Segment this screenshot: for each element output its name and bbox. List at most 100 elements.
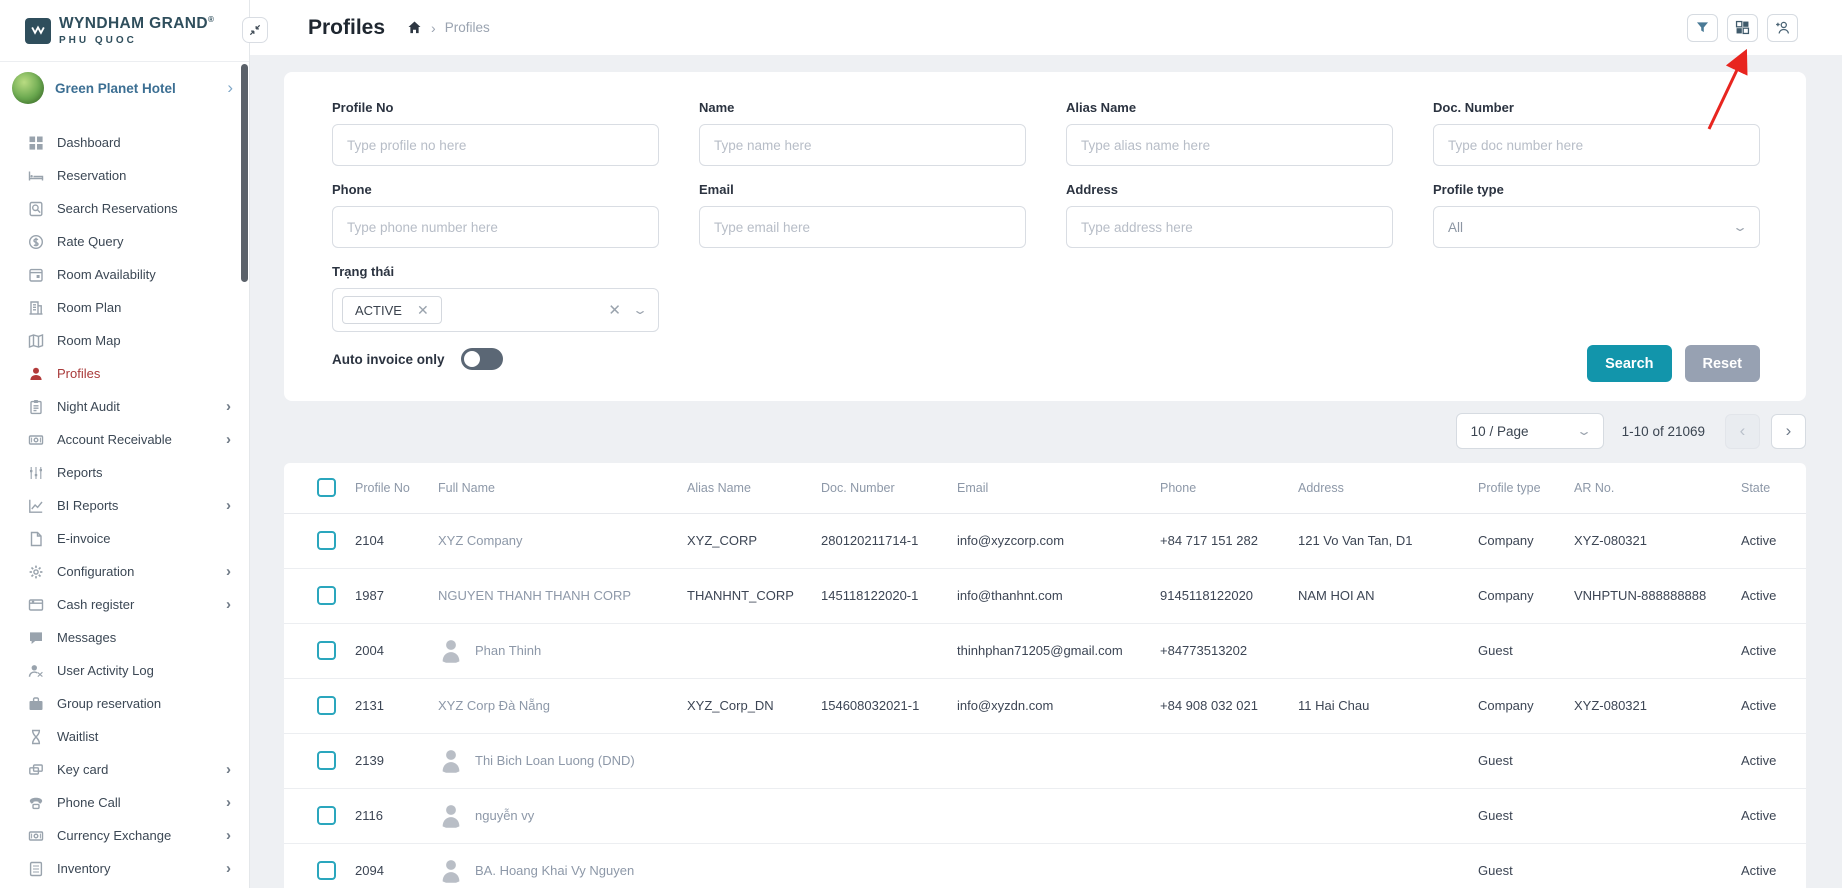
sidebar-item-account-receivable[interactable]: Account Receivable›: [0, 423, 249, 456]
table-row: 2104XYZ CompanyXYZ_CORP280120211714-1inf…: [284, 513, 1806, 568]
status-multiselect[interactable]: ACTIVE ✕ ✕ ⌄: [332, 288, 659, 332]
sidebar-item-reports[interactable]: Reports: [0, 456, 249, 489]
profile-name-link[interactable]: NGUYEN THANH THANH CORP: [438, 588, 687, 603]
topbar: Profiles › Profiles: [250, 0, 1842, 55]
profile-type-select[interactable]: All ⌄: [1433, 206, 1760, 248]
profile-name-link[interactable]: nguyễn vy: [438, 802, 687, 829]
address-input[interactable]: [1066, 206, 1393, 248]
remove-tag-icon[interactable]: ✕: [417, 302, 429, 319]
sidebar-item-search-reservations[interactable]: Search Reservations: [0, 192, 249, 225]
cell-profile-type: Company: [1478, 678, 1574, 733]
sidebar-item-room-plan[interactable]: Room Plan: [0, 291, 249, 324]
bed-icon: [28, 168, 44, 184]
cell-full-name: nguyễn vy: [438, 788, 687, 843]
sidebar-item-cash-register[interactable]: Cash register›: [0, 588, 249, 621]
cell-address: [1298, 623, 1478, 678]
building-icon: [28, 300, 44, 316]
cell-state: Active: [1741, 513, 1806, 568]
row-checkbox[interactable]: [317, 751, 336, 770]
sidebar-item-waitlist[interactable]: Waitlist: [0, 720, 249, 753]
sidebar-item-configuration[interactable]: Configuration›: [0, 555, 249, 588]
cell-select: [284, 733, 355, 788]
guest-avatar: [438, 637, 464, 664]
row-checkbox[interactable]: [317, 641, 336, 660]
main-area: Profiles › Profiles: [250, 0, 1842, 888]
search-button[interactable]: Search: [1587, 345, 1671, 382]
brand-name: WYNDHAM GRAND®: [59, 15, 214, 33]
row-checkbox[interactable]: [317, 861, 336, 880]
phone-icon: [28, 795, 44, 811]
cell-state: Active: [1741, 843, 1806, 888]
profile-name-link[interactable]: Thi Bich Loan Luong (DND): [438, 747, 687, 774]
cell-profile-type: Company: [1478, 513, 1574, 568]
chevron-right-icon: ›: [226, 497, 231, 514]
row-checkbox[interactable]: [317, 586, 336, 605]
sidebar-item-room-map[interactable]: Room Map: [0, 324, 249, 357]
email-input[interactable]: [699, 206, 1026, 248]
filter-icon: [1694, 19, 1711, 36]
sidebar-item-phone-call[interactable]: Phone Call›: [0, 786, 249, 819]
filter-label-email: Email: [699, 182, 1026, 197]
sidebar-item-bi-reports[interactable]: BI Reports›: [0, 489, 249, 522]
sidebar-item-key-card[interactable]: Key card›: [0, 753, 249, 786]
prev-page-button[interactable]: ‹: [1725, 414, 1760, 449]
row-checkbox[interactable]: [317, 531, 336, 550]
sidebar-item-label: Reservation: [57, 168, 231, 183]
profile-name-link[interactable]: BA. Hoang Khai Vy Nguyen: [438, 857, 687, 884]
sidebar-collapse-button[interactable]: [242, 17, 268, 43]
cell-ar-no: [1574, 843, 1741, 888]
auto-invoice-toggle[interactable]: [461, 348, 503, 370]
cell-email: info@xyzdn.com: [957, 678, 1160, 733]
sidebar-item-profiles[interactable]: Profiles: [0, 357, 249, 390]
sidebar-item-rate-query[interactable]: Rate Query: [0, 225, 249, 258]
cell-profile-no: 2116: [355, 788, 438, 843]
filter-button[interactable]: [1687, 14, 1718, 42]
filter-label-alias-name: Alias Name: [1066, 100, 1393, 115]
name-input[interactable]: [699, 124, 1026, 166]
table-row: 1987NGUYEN THANH THANH CORPTHANHNT_CORP1…: [284, 568, 1806, 623]
sidebar-item-label: Messages: [57, 630, 231, 645]
sidebar-item-user-activity-log[interactable]: User Activity Log: [0, 654, 249, 687]
profile-name-link[interactable]: XYZ Company: [438, 533, 687, 548]
phone-input[interactable]: [332, 206, 659, 248]
card-view-icon: [1734, 19, 1751, 36]
next-page-button[interactable]: ›: [1771, 414, 1806, 449]
cell-full-name: BA. Hoang Khai Vy Nguyen: [438, 843, 687, 888]
sidebar-scrollbar[interactable]: [241, 64, 248, 282]
cell-phone: +84773513202: [1160, 623, 1298, 678]
cell-email: info@thanhnt.com: [957, 568, 1160, 623]
clear-select-icon[interactable]: ✕: [608, 301, 621, 319]
page-size-select[interactable]: 10 / Page ⌄: [1456, 413, 1604, 449]
cell-state: Active: [1741, 568, 1806, 623]
home-icon[interactable]: [407, 20, 422, 35]
sidebar-item-group-reservation[interactable]: Group reservation: [0, 687, 249, 720]
doc-number-input[interactable]: [1433, 124, 1760, 166]
row-checkbox[interactable]: [317, 696, 336, 715]
profile-name-link[interactable]: XYZ Corp Đà Nẵng: [438, 698, 687, 713]
user-activity-icon: [28, 663, 44, 679]
calendar-icon: [28, 267, 44, 283]
select-all-checkbox[interactable]: [317, 478, 336, 497]
add-profile-button[interactable]: [1767, 14, 1798, 42]
alias-name-input[interactable]: [1066, 124, 1393, 166]
row-checkbox[interactable]: [317, 806, 336, 825]
sidebar-item-messages[interactable]: Messages: [0, 621, 249, 654]
sidebar-item-currency-exchange[interactable]: Currency Exchange›: [0, 819, 249, 852]
profile-no-input[interactable]: [332, 124, 659, 166]
sidebar-item-reservation[interactable]: Reservation: [0, 159, 249, 192]
reset-button[interactable]: Reset: [1685, 345, 1761, 382]
guest-avatar: [438, 747, 464, 774]
sidebar-item-room-availability[interactable]: Room Availability: [0, 258, 249, 291]
col-address: Address: [1298, 463, 1478, 513]
hotel-selector[interactable]: Green Planet Hotel ›: [0, 62, 249, 114]
sidebar-item-night-audit[interactable]: Night Audit›: [0, 390, 249, 423]
cell-ar-no: VNHPTUN-888888888: [1574, 568, 1741, 623]
sidebar-item-dashboard[interactable]: Dashboard: [0, 126, 249, 159]
sidebar-item-e-invoice[interactable]: E-invoice: [0, 522, 249, 555]
cell-profile-type: Guest: [1478, 843, 1574, 888]
card-view-button[interactable]: [1727, 14, 1758, 42]
table-row: 2094BA. Hoang Khai Vy NguyenGuestActive: [284, 843, 1806, 888]
hotel-name: Green Planet Hotel: [55, 81, 216, 96]
sidebar-item-inventory[interactable]: Inventory›: [0, 852, 249, 885]
profile-name-link[interactable]: Phan Thinh: [438, 637, 687, 664]
